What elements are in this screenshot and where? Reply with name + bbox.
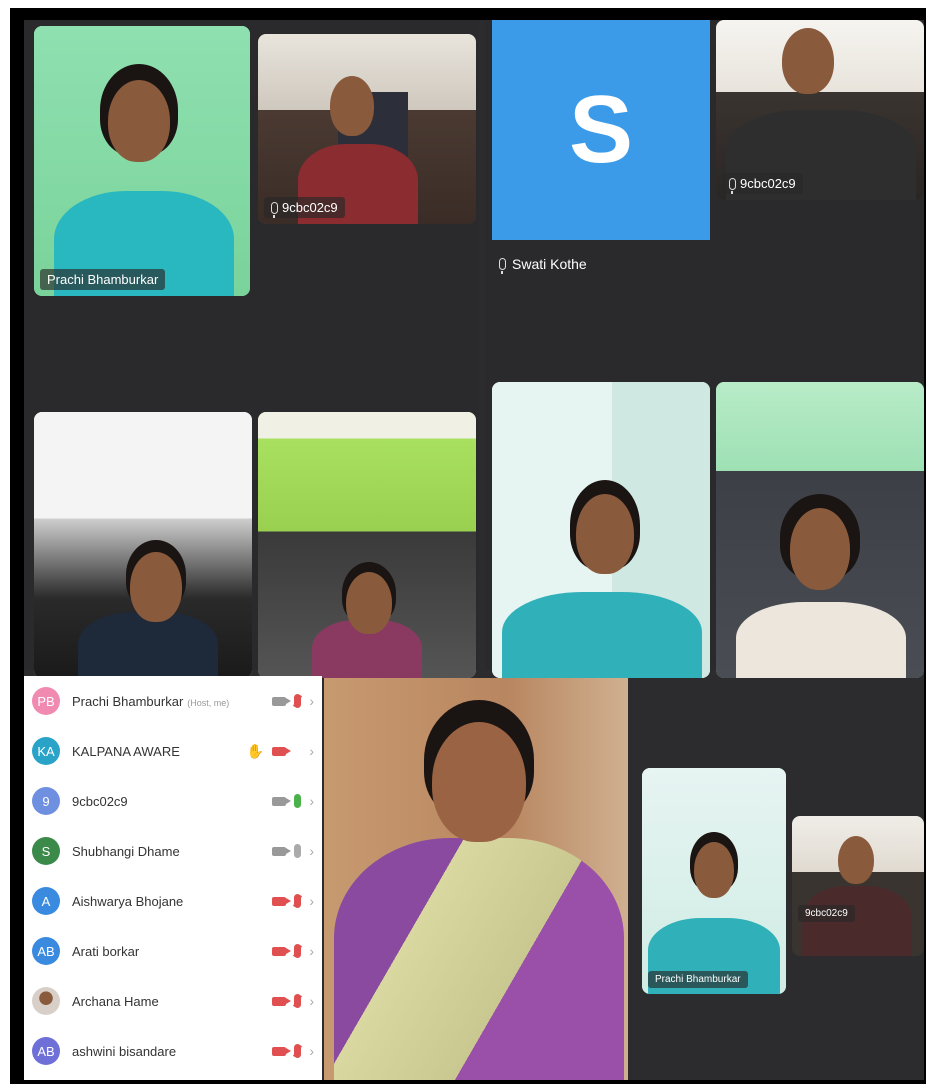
chevron-right-icon[interactable]: ›	[309, 893, 314, 909]
video-grid-right: S Swati Kothe 9cbc02c9	[485, 20, 924, 678]
chevron-right-icon[interactable]: ›	[309, 793, 314, 809]
active-speaker-video[interactable]	[324, 678, 628, 1080]
participant-tag: (Host, me)	[187, 697, 230, 708]
participant-avatar: PB	[32, 687, 60, 715]
participants-panel: PB Prachi Bhamburkar (Host, me) › KA KALP…	[24, 676, 322, 1080]
video-tile-participant[interactable]	[34, 412, 252, 678]
participant-name: Prachi Bhamburkar	[72, 693, 184, 709]
chevron-right-icon[interactable]: ›	[309, 693, 314, 709]
avatar-tile-swati[interactable]: S	[492, 20, 710, 240]
video-tile-prachi[interactable]: Prachi Bhamburkar	[34, 26, 250, 296]
video-tile-participant[interactable]	[716, 382, 924, 678]
chevron-right-icon[interactable]: ›	[309, 743, 314, 759]
participant-avatar: AB	[32, 937, 60, 965]
tile-name-label: 9cbc02c9	[798, 905, 855, 922]
camera-off-icon[interactable]	[272, 746, 292, 756]
mic-icon[interactable]	[294, 844, 302, 858]
participant-avatar: A	[32, 887, 60, 915]
camera-icon[interactable]	[272, 696, 292, 706]
mic-muted-icon[interactable]	[294, 944, 302, 958]
participant-name: 9cbc02c9	[72, 793, 128, 809]
participant-name: Arati borkar	[72, 943, 140, 959]
tile-name-label: Swati Kothe	[499, 256, 587, 274]
raised-hand-icon: ✋	[246, 742, 265, 759]
mic-muted-icon[interactable]	[294, 994, 302, 1008]
mic-active-icon[interactable]	[294, 794, 302, 808]
participant-row[interactable]: KA KALPANA AWARE ✋ ›	[24, 726, 322, 776]
participant-row[interactable]: S Shubhangi Dhame ›	[24, 826, 322, 876]
participant-name: Archana Hame	[72, 993, 159, 1009]
participant-avatar: KA	[32, 737, 60, 765]
video-tile-participant[interactable]	[492, 382, 710, 678]
mic-muted-icon[interactable]	[294, 894, 302, 908]
video-tile-participant[interactable]	[258, 412, 476, 678]
camera-off-icon[interactable]	[272, 946, 292, 956]
participant-name: KALPANA AWARE	[72, 743, 180, 759]
participant-row[interactable]: 9 9cbc02c9 ›	[24, 776, 322, 826]
camera-off-icon[interactable]	[272, 1046, 292, 1056]
participant-avatar: S	[32, 837, 60, 865]
participant-row[interactable]: A Aishwarya Bhojane ›	[24, 876, 322, 926]
tile-name-label: 9cbc02c9	[722, 173, 803, 194]
mic-icon	[271, 201, 278, 218]
tile-name-label: Prachi Bhamburkar	[40, 269, 166, 290]
participant-row[interactable]: AB Arati borkar ›	[24, 926, 322, 976]
video-tile-prachi-mini[interactable]: Prachi Bhamburkar	[642, 768, 786, 994]
participant-avatar: AB	[32, 1037, 60, 1065]
camera-off-icon[interactable]	[272, 896, 292, 906]
mic-muted-icon[interactable]	[294, 694, 302, 708]
participant-row[interactable]: Archana Hame ›	[24, 976, 322, 1026]
mini-video-panel: Prachi Bhamburkar 9cbc02c9	[634, 678, 924, 1080]
tile-name-label: 9cbc02c9	[264, 197, 345, 218]
chevron-right-icon[interactable]: ›	[309, 993, 314, 1009]
participant-name: Aishwarya Bhojane	[72, 893, 184, 909]
camera-off-icon[interactable]	[272, 996, 292, 1006]
mic-icon	[729, 177, 736, 194]
participant-name: Shubhangi Dhame	[72, 843, 180, 859]
video-tile-9cbc02c9[interactable]: 9cbc02c9	[716, 20, 924, 200]
participant-avatar: 9	[32, 787, 60, 815]
camera-icon[interactable]	[272, 846, 292, 856]
chevron-right-icon[interactable]: ›	[309, 843, 314, 859]
video-grid-left: Prachi Bhamburkar 9cbc02c9	[24, 20, 479, 678]
screenshot-frame: Prachi Bhamburkar 9cbc02c9 S Swati Kothe	[10, 8, 926, 1084]
mic-icon	[499, 258, 506, 274]
video-tile-9cbc02c9[interactable]: 9cbc02c9	[258, 34, 476, 224]
mic-muted-icon[interactable]	[294, 1044, 302, 1058]
participant-row[interactable]: AB ashwini bisandare ›	[24, 1026, 322, 1076]
avatar-letter: S	[568, 76, 634, 183]
camera-icon[interactable]	[272, 796, 292, 806]
chevron-right-icon[interactable]: ›	[309, 943, 314, 959]
participant-row[interactable]: PB Prachi Bhamburkar (Host, me) ›	[24, 676, 322, 726]
chevron-right-icon[interactable]: ›	[309, 1043, 314, 1059]
tile-name-label: Prachi Bhamburkar	[648, 971, 748, 988]
meeting-window: Prachi Bhamburkar 9cbc02c9 S Swati Kothe	[24, 20, 924, 1080]
participant-photo-avatar	[32, 987, 60, 1015]
video-tile-9cbc02c9-mini[interactable]: 9cbc02c9	[792, 816, 924, 956]
participant-name: ashwini bisandare	[72, 1043, 177, 1059]
